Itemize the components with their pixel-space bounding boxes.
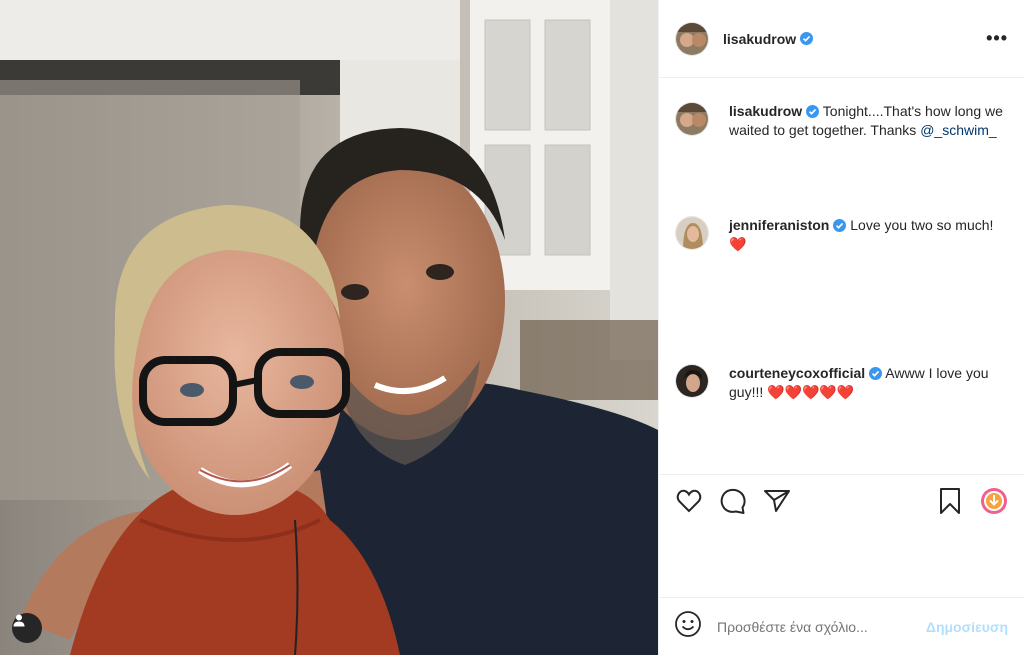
tagged-people-button[interactable] <box>12 613 42 643</box>
avatar-image <box>676 103 708 135</box>
action-bar-right <box>936 487 1008 515</box>
smiley-icon <box>675 611 701 637</box>
comment-item: courteneycoxofficial Awww I love you guy… <box>675 364 1004 402</box>
more-options-button[interactable]: ••• <box>986 28 1008 49</box>
paper-plane-icon <box>764 489 790 512</box>
comment-username[interactable]: jenniferaniston <box>729 217 829 233</box>
comment-text: courteneycoxofficial Awww I love you guy… <box>729 364 1004 402</box>
caption: lisakudrow Tonight....That's how long we… <box>675 102 1004 140</box>
bookmark-icon <box>940 487 960 514</box>
verified-badge-icon <box>806 105 820 118</box>
verified-badge-icon <box>869 367 883 380</box>
comment-avatar[interactable] <box>675 216 709 250</box>
caption-avatar[interactable] <box>675 102 709 136</box>
post-side-panel: lisakudrow ••• lisakudrow Tonight....Tha… <box>658 0 1024 655</box>
selfie-illustration <box>0 0 658 655</box>
heart-emoji: ❤️❤️❤️❤️❤️ <box>767 384 855 400</box>
post-photo[interactable] <box>0 0 658 655</box>
comment-button[interactable] <box>719 487 747 515</box>
avatar-image <box>676 365 708 397</box>
like-button[interactable] <box>675 487 703 515</box>
verified-badge-icon <box>833 219 847 232</box>
share-button[interactable] <box>763 487 791 515</box>
comments-list: lisakudrow Tonight....That's how long we… <box>659 78 1024 655</box>
caption-text: lisakudrow Tonight....That's how long we… <box>729 102 1004 140</box>
action-bar <box>659 474 1024 526</box>
extension-button[interactable] <box>980 487 1008 515</box>
post-header: lisakudrow ••• <box>659 0 1024 78</box>
user-icon <box>13 614 25 627</box>
emoji-picker-button[interactable] <box>675 611 701 642</box>
add-comment-bar: Δημοσίευση <box>659 597 1024 655</box>
download-extension-icon <box>981 487 1007 514</box>
avatar-image <box>676 217 708 249</box>
comment-username[interactable]: courteneycoxofficial <box>729 365 865 381</box>
instagram-post: lisakudrow ••• lisakudrow Tonight....Tha… <box>0 0 1024 655</box>
comment-bubble-icon <box>720 488 746 514</box>
comment-input[interactable] <box>717 618 926 635</box>
post-comment-button[interactable]: Δημοσίευση <box>926 619 1008 635</box>
caption-mention-link[interactable]: @_schwim_ <box>920 122 996 138</box>
save-button[interactable] <box>936 487 964 515</box>
caption-username[interactable]: lisakudrow <box>729 103 802 119</box>
author-avatar[interactable] <box>675 21 709 56</box>
avatar-image <box>676 22 708 55</box>
comment-body: Love you two so much! <box>850 217 994 233</box>
heart-outline-icon <box>676 489 702 512</box>
author-username[interactable]: lisakudrow <box>723 31 796 47</box>
verified-badge-icon <box>800 32 814 45</box>
comment-item: jenniferaniston Love you two so much! ❤️ <box>675 216 1004 254</box>
comment-text: jenniferaniston Love you two so much! ❤️ <box>729 216 1004 254</box>
heart-emoji: ❤️ <box>729 236 747 252</box>
comment-avatar[interactable] <box>675 364 709 398</box>
